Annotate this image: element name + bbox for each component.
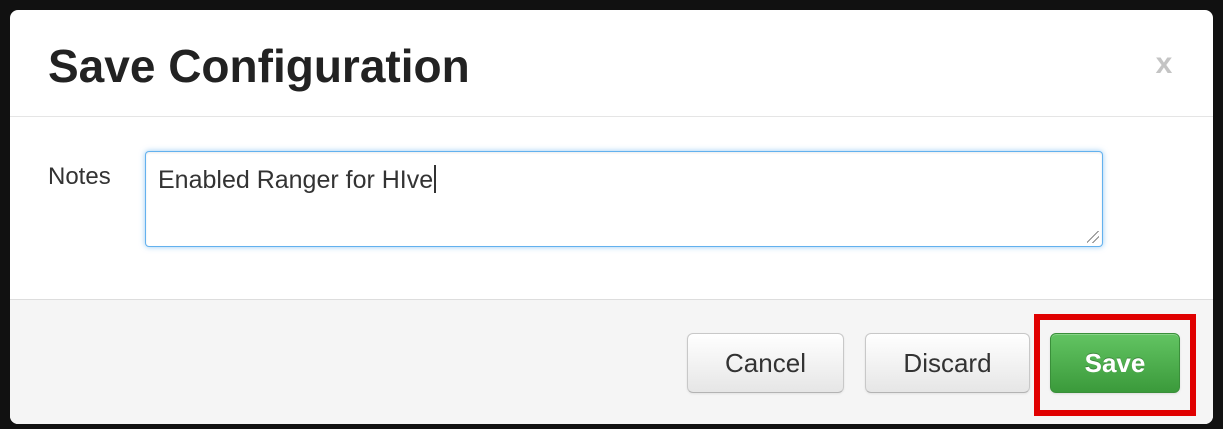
cancel-button[interactable]: Cancel (687, 333, 844, 393)
dialog-body: Notes Enabled Ranger for HIve (10, 117, 1213, 299)
notes-text: Enabled Ranger for HIve (158, 166, 434, 194)
notes-textarea[interactable]: Enabled Ranger for HIve (145, 151, 1103, 247)
close-button[interactable]: x (1149, 46, 1179, 82)
text-caret (434, 165, 436, 193)
dialog-title: Save Configuration (48, 40, 470, 92)
save-button[interactable]: Save (1050, 333, 1180, 393)
save-configuration-dialog: Save Configuration x Notes Enabled Range… (10, 10, 1213, 424)
dialog-header: Save Configuration x (10, 10, 1213, 117)
discard-button[interactable]: Discard (865, 333, 1030, 393)
notes-label: Notes (48, 163, 111, 190)
resize-handle-icon[interactable] (1087, 231, 1099, 243)
dialog-footer: Cancel Discard Save (10, 299, 1213, 424)
